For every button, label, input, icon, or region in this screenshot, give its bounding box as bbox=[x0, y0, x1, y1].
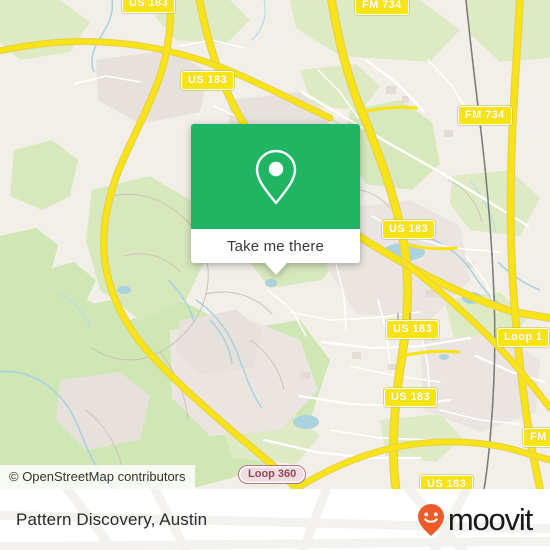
footer-bar: Pattern Discovery, Austin moovit bbox=[0, 489, 550, 550]
moovit-logo[interactable]: moovit bbox=[416, 502, 533, 537]
road-shield: US 183 bbox=[420, 475, 474, 489]
popup-pointer bbox=[264, 263, 287, 275]
moovit-pin-icon bbox=[417, 503, 444, 536]
road-shield: Loop 1 bbox=[497, 328, 550, 347]
road-shield: US 183 bbox=[384, 388, 438, 407]
road-shield: FM 734 bbox=[458, 106, 512, 125]
road-shield: US 183 bbox=[122, 0, 176, 13]
osm-attribution[interactable]: © OpenStreetMap contributors bbox=[0, 465, 195, 489]
take-me-there-label: Take me there bbox=[227, 237, 324, 255]
moovit-map-screen: .park { fill:#cfe7b4; } .park2 { fill:#d… bbox=[0, 0, 550, 550]
road-shield: Loop 360 bbox=[238, 465, 307, 484]
road-shield: FM 1 bbox=[523, 428, 550, 447]
road-shield: FM 734 bbox=[355, 0, 409, 15]
popup-action-bar[interactable]: Take me there bbox=[191, 229, 360, 263]
popup-header bbox=[191, 124, 360, 229]
road-shield: US 183 bbox=[181, 71, 235, 90]
map-pin-icon bbox=[255, 149, 296, 204]
road-shield: US 183 bbox=[386, 320, 440, 339]
moovit-wordmark: moovit bbox=[447, 502, 533, 537]
road-shield: US 183 bbox=[382, 220, 436, 239]
map-canvas[interactable]: .park { fill:#cfe7b4; } .park2 { fill:#d… bbox=[0, 0, 550, 489]
location-popup-card[interactable]: Take me there bbox=[191, 124, 360, 275]
place-name: Pattern Discovery, Austin bbox=[16, 509, 208, 529]
